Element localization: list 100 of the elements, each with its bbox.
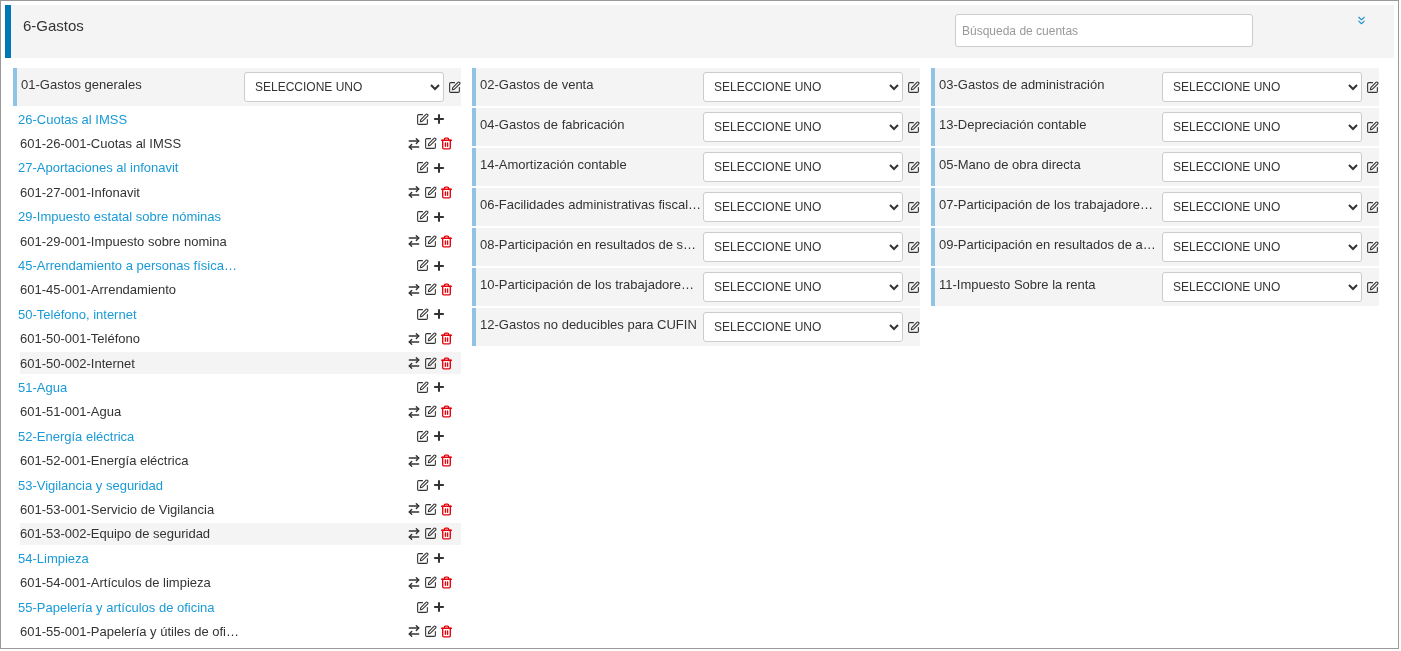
select-field[interactable]: SELECCIONE UNO — [1162, 232, 1362, 262]
edit-icon[interactable] — [907, 80, 920, 94]
edit-icon[interactable] — [424, 624, 437, 638]
group-name: 11-Impuesto Sobre la renta — [939, 277, 1097, 292]
swap-arrows-icon[interactable] — [407, 356, 421, 371]
add-icon[interactable] — [432, 209, 446, 224]
select-field[interactable]: SELECCIONE UNO — [1162, 192, 1362, 222]
group-name: 12-Gastos no deducibles para CUFIN — [480, 317, 698, 332]
add-icon[interactable] — [432, 112, 446, 127]
select-field[interactable]: SELECCIONE UNO — [703, 272, 903, 302]
edit-icon[interactable] — [416, 307, 429, 321]
trash-icon[interactable] — [440, 624, 453, 638]
edit-icon[interactable] — [424, 234, 437, 248]
swap-arrows-icon[interactable] — [407, 282, 421, 297]
swap-arrows-icon[interactable] — [407, 502, 421, 517]
group-name: 02-Gastos de venta — [480, 77, 595, 92]
edit-icon[interactable] — [416, 161, 429, 175]
trash-icon[interactable] — [440, 454, 453, 468]
trash-icon[interactable] — [440, 332, 453, 346]
edit-icon[interactable] — [416, 551, 429, 565]
swap-arrows-icon[interactable] — [407, 526, 421, 541]
edit-icon[interactable] — [416, 600, 429, 614]
account-name: 601-50-002-Internet — [20, 355, 135, 371]
edit-icon[interactable] — [424, 576, 437, 590]
add-icon[interactable] — [432, 600, 446, 614]
edit-icon[interactable] — [1366, 120, 1379, 134]
swap-arrows-icon[interactable] — [407, 624, 421, 639]
select-field[interactable]: SELECCIONE UNO — [703, 152, 903, 182]
edit-icon[interactable] — [907, 120, 920, 134]
group-name: 04-Gastos de fabricación — [480, 117, 626, 132]
edit-icon[interactable] — [416, 429, 429, 443]
trash-icon[interactable] — [440, 405, 453, 419]
trash-icon[interactable] — [440, 576, 453, 590]
trash-icon[interactable] — [440, 137, 453, 151]
edit-icon[interactable] — [424, 527, 437, 541]
swap-arrows-icon[interactable] — [407, 404, 421, 419]
select-field[interactable]: SELECCIONE UNO — [1162, 72, 1362, 102]
edit-icon[interactable] — [1366, 160, 1379, 174]
group-name: 13-Depreciación contable — [939, 117, 1088, 132]
edit-icon[interactable] — [907, 320, 920, 334]
edit-icon[interactable] — [907, 280, 920, 294]
edit-icon[interactable] — [416, 478, 429, 492]
edit-icon[interactable] — [1366, 280, 1379, 294]
edit-icon[interactable] — [1366, 240, 1379, 254]
swap-arrows-icon[interactable] — [407, 575, 421, 590]
account-name: 601-45-001-Arrendamiento — [20, 282, 177, 298]
edit-icon[interactable] — [424, 332, 437, 346]
add-icon[interactable] — [432, 380, 446, 395]
trash-icon[interactable] — [440, 356, 453, 370]
select-field[interactable]: SELECCIONE UNO — [244, 72, 444, 102]
edit-icon[interactable] — [907, 200, 920, 214]
swap-arrows-icon[interactable] — [407, 453, 421, 468]
add-icon[interactable] — [432, 429, 446, 444]
trash-icon[interactable] — [440, 185, 453, 199]
edit-icon[interactable] — [907, 160, 920, 174]
edit-icon[interactable] — [448, 80, 461, 94]
select-field[interactable]: SELECCIONE UNO — [703, 312, 903, 342]
edit-icon[interactable] — [907, 240, 920, 254]
trash-icon[interactable] — [440, 527, 453, 541]
trash-icon[interactable] — [440, 502, 453, 516]
edit-icon[interactable] — [416, 259, 429, 273]
add-icon[interactable] — [432, 160, 446, 175]
swap-arrows-icon[interactable] — [407, 136, 421, 151]
group-name: 05-Mano de obra directa — [939, 157, 1082, 172]
select-field[interactable]: SELECCIONE UNO — [1162, 112, 1362, 142]
edit-icon[interactable] — [424, 137, 437, 151]
edit-icon[interactable] — [1366, 200, 1379, 214]
edit-icon[interactable] — [424, 185, 437, 199]
edit-icon[interactable] — [416, 210, 429, 224]
edit-icon[interactable] — [424, 356, 437, 370]
edit-icon[interactable] — [424, 502, 437, 516]
add-icon[interactable] — [432, 551, 446, 566]
add-icon[interactable] — [432, 478, 446, 493]
edit-icon[interactable] — [416, 381, 429, 394]
search-field[interactable]: Búsqueda de cuentas — [955, 14, 1253, 47]
edit-icon[interactable] — [416, 112, 429, 126]
swap-arrows-icon[interactable] — [407, 234, 421, 249]
edit-icon[interactable] — [424, 454, 437, 468]
swap-arrows-icon[interactable] — [407, 331, 421, 346]
select-field[interactable]: SELECCIONE UNO — [703, 192, 903, 222]
add-icon[interactable] — [432, 307, 446, 322]
select-field[interactable]: SELECCIONE UNO — [703, 112, 903, 142]
account-name: 601-51-001-Agua — [20, 404, 122, 420]
edit-icon[interactable] — [1366, 80, 1379, 94]
select-field[interactable]: SELECCIONE UNO — [1162, 152, 1362, 182]
select-field[interactable]: SELECCIONE UNO — [703, 72, 903, 102]
group-name: 09-Participación en resultados de a… — [939, 237, 1157, 252]
group-name: 08-Participación en resultados de s… — [480, 237, 698, 252]
edit-icon[interactable] — [424, 283, 437, 297]
add-icon[interactable] — [432, 258, 446, 273]
edit-icon[interactable] — [424, 405, 437, 419]
select-field[interactable]: SELECCIONE UNO — [703, 232, 903, 262]
select-field[interactable]: SELECCIONE UNO — [1162, 272, 1362, 302]
group-name: 07-Participación de los trabajadore… — [939, 197, 1154, 212]
trash-icon[interactable] — [440, 283, 453, 297]
trash-icon[interactable] — [440, 234, 453, 248]
group-name: 06-Facilidades administrativas fiscal… — [480, 197, 703, 212]
swap-arrows-icon[interactable] — [407, 185, 421, 200]
account-name: 601-29-001-Impuesto sobre nomina — [20, 233, 227, 249]
chevrons-down-icon[interactable] — [1355, 14, 1368, 27]
